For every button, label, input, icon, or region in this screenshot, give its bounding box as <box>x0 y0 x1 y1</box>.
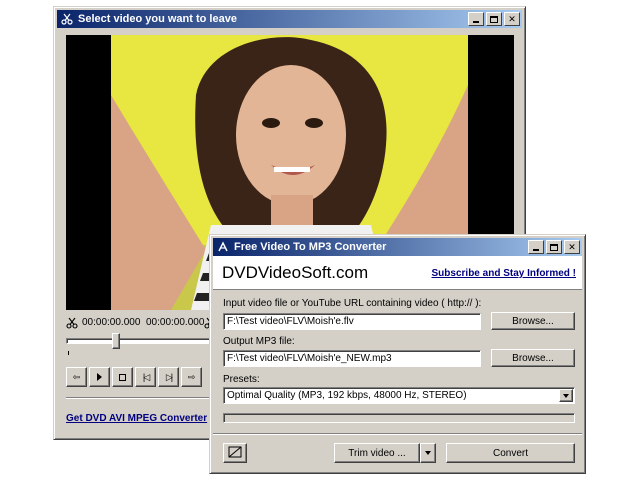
chevron-down-icon <box>563 393 569 398</box>
converter-window: Free Video To MP3 Converter ✕ DVDVideoSo… <box>209 234 586 474</box>
maximize-button[interactable] <box>486 12 502 26</box>
forward-icon: ⇨ <box>187 371 196 382</box>
preview-toggle-button[interactable] <box>223 443 247 463</box>
presets-select[interactable]: Optimal Quality (MP3, 192 kbps, 48000 Hz… <box>223 387 575 404</box>
presets-label: Presets: <box>223 374 260 385</box>
output-label: Output MP3 file: <box>223 336 295 347</box>
minimize-icon <box>473 21 479 23</box>
scissors-icon <box>60 12 74 26</box>
dvd-avi-mpeg-converter-link[interactable]: Get DVD AVI MPEG Converter <box>66 413 207 424</box>
close-button[interactable]: ✕ <box>504 12 520 26</box>
seek-tick <box>68 351 69 355</box>
seek-thumb[interactable] <box>112 333 120 349</box>
input-browse-button[interactable]: Browse... <box>491 312 575 330</box>
input-file-field[interactable]: F:\Test video\FLV\Moish'e.flv <box>223 313 481 330</box>
maximize-button[interactable] <box>546 240 562 254</box>
forward-button[interactable]: ⇨ <box>181 367 202 387</box>
trim-video-button[interactable]: Trim video ... <box>334 443 420 463</box>
minimize-icon <box>533 249 539 251</box>
rewind-icon: ⇦ <box>72 371 81 382</box>
previous-frame-icon: |◁ <box>142 371 150 382</box>
minimize-button[interactable] <box>528 240 544 254</box>
presets-selected-value: Optimal Quality (MP3, 192 kbps, 48000 Hz… <box>227 390 467 401</box>
output-browse-button[interactable]: Browse... <box>491 349 575 367</box>
brand-banner: DVDVideoSoft.com Subscribe and Stay Info… <box>213 256 582 290</box>
chevron-down-icon <box>425 451 431 455</box>
converter-window-titlebar[interactable]: Free Video To MP3 Converter ✕ <box>213 238 582 256</box>
close-icon: ✕ <box>568 241 576 252</box>
video-window-titlebar[interactable]: Select video you want to leave ✕ <box>57 10 522 28</box>
close-button[interactable]: ✕ <box>564 240 580 254</box>
maximize-icon <box>550 243 558 251</box>
convert-button[interactable]: Convert <box>446 443 575 463</box>
play-icon <box>97 373 102 381</box>
brand-name: DVDVideoSoft.com <box>222 263 369 282</box>
end-time: 00:00:00.000 <box>146 317 205 328</box>
minimize-button[interactable] <box>468 12 484 26</box>
output-file-field[interactable]: F:\Test video\FLV\Moish'e_NEW.mp3 <box>223 350 481 367</box>
progress-bar <box>223 413 575 423</box>
bottom-separator <box>213 433 582 435</box>
video-window-title: Select video you want to leave <box>78 13 237 25</box>
app-logo-icon <box>216 240 230 254</box>
start-scissors-icon[interactable] <box>66 317 78 329</box>
next-frame-icon: ▷| <box>165 371 173 382</box>
stop-button[interactable] <box>112 367 133 387</box>
play-button[interactable] <box>89 367 110 387</box>
close-icon: ✕ <box>508 13 516 24</box>
input-label: Input video file or YouTube URL containi… <box>223 298 482 309</box>
previous-frame-button[interactable]: |◁ <box>135 367 156 387</box>
maximize-icon <box>490 15 498 23</box>
presets-dropdown-button[interactable] <box>559 389 573 402</box>
start-time: 00:00:00.000 <box>82 317 141 328</box>
rewind-button[interactable]: ⇦ <box>66 367 87 387</box>
separator-line <box>66 397 211 399</box>
preview-icon <box>228 446 242 461</box>
seek-track[interactable] <box>66 338 211 344</box>
stop-icon <box>119 373 126 381</box>
trim-dropdown-button[interactable] <box>420 443 436 463</box>
converter-window-title: Free Video To MP3 Converter <box>234 241 387 253</box>
subscribe-link[interactable]: Subscribe and Stay Informed ! <box>432 268 576 279</box>
next-frame-button[interactable]: ▷| <box>158 367 179 387</box>
